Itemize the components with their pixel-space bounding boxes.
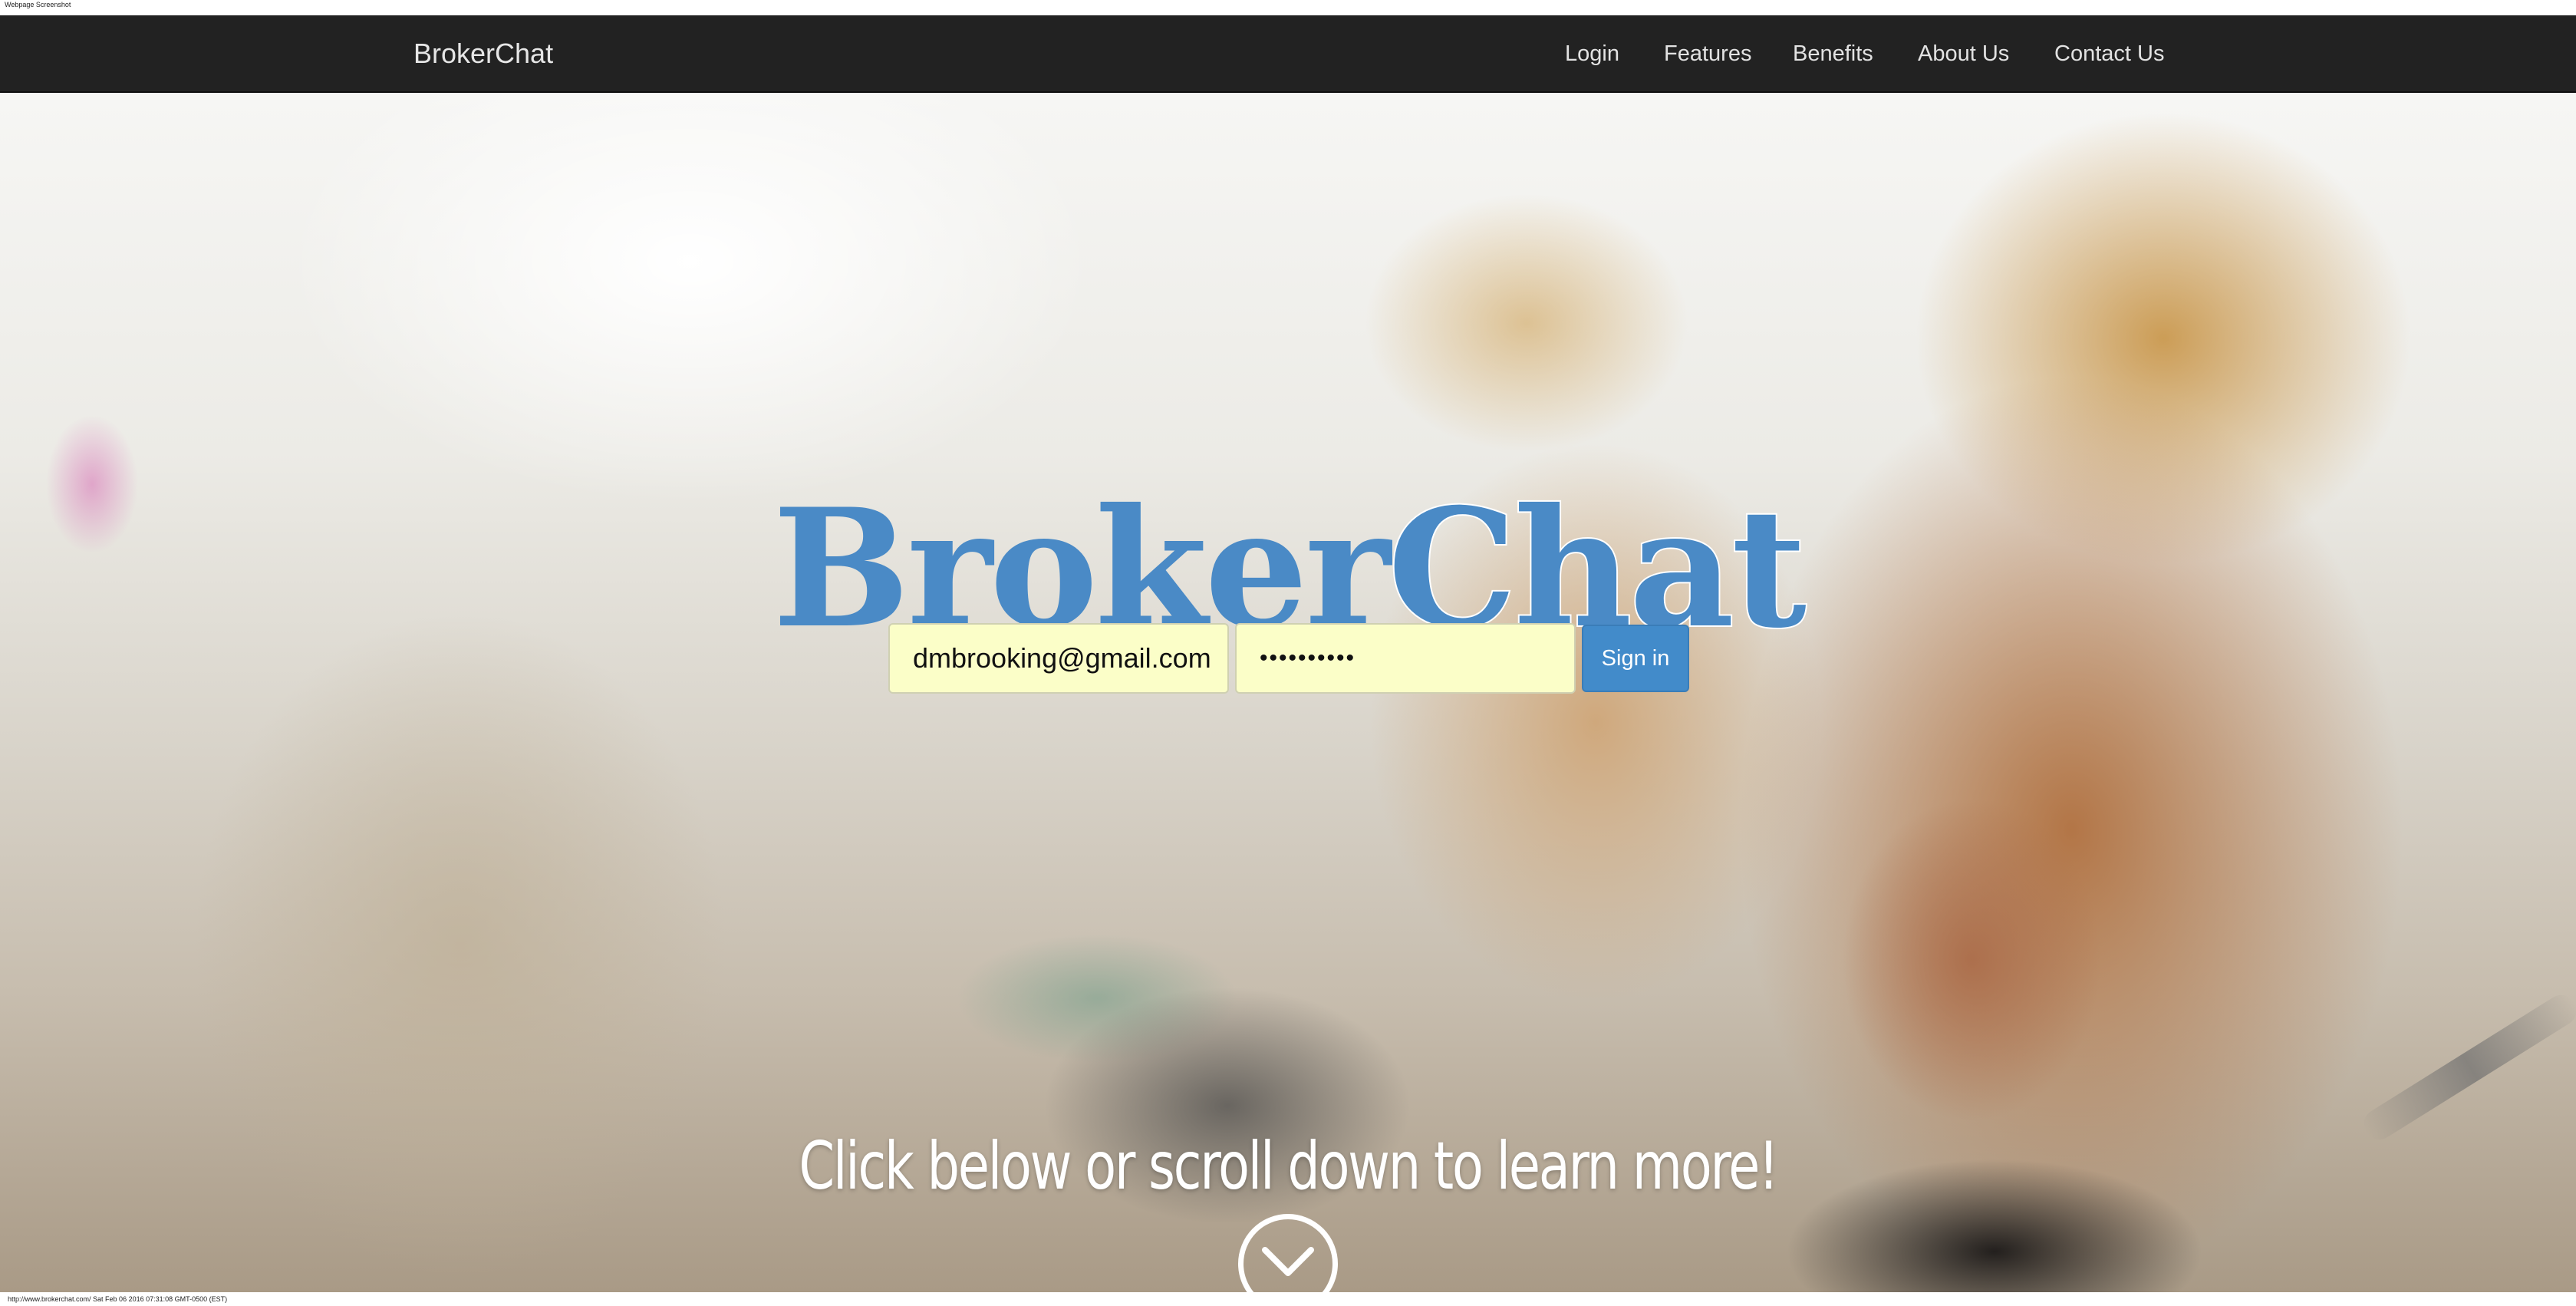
login-form: dmbrooking@gmail.com •••••••••• Sign in	[888, 623, 1689, 694]
nav-link-login[interactable]: Login	[1565, 38, 1619, 69]
nav-link-about-us[interactable]: About Us	[1918, 38, 2009, 69]
scroll-down-button[interactable]	[1238, 1214, 1338, 1292]
nav-link-features[interactable]: Features	[1664, 38, 1751, 69]
top-navbar: BrokerChat Login Features Benefits About…	[0, 15, 2576, 93]
nav-links: Login Features Benefits About Us Contact…	[0, 38, 2576, 72]
nav-link-benefits[interactable]: Benefits	[1793, 38, 1873, 69]
page-caption: Webpage Screenshot	[5, 1, 71, 8]
learn-more-text: Click below or scroll down to learn more…	[799, 1128, 1779, 1205]
email-field[interactable]: dmbrooking@gmail.com	[888, 623, 1229, 694]
password-field[interactable]: ••••••••••	[1235, 623, 1576, 694]
chevron-down-icon	[1262, 1247, 1314, 1276]
status-bar: http://www.brokerchat.com/ Sat Feb 06 20…	[0, 1292, 2576, 1306]
hero-background-photo: BrokerChat dmbrooking@gmail.com ••••••••…	[0, 93, 2576, 1292]
nav-link-contact-us[interactable]: Contact Us	[2054, 38, 2164, 69]
photo-headset	[2357, 989, 2576, 1146]
sign-in-button[interactable]: Sign in	[1582, 625, 1689, 692]
